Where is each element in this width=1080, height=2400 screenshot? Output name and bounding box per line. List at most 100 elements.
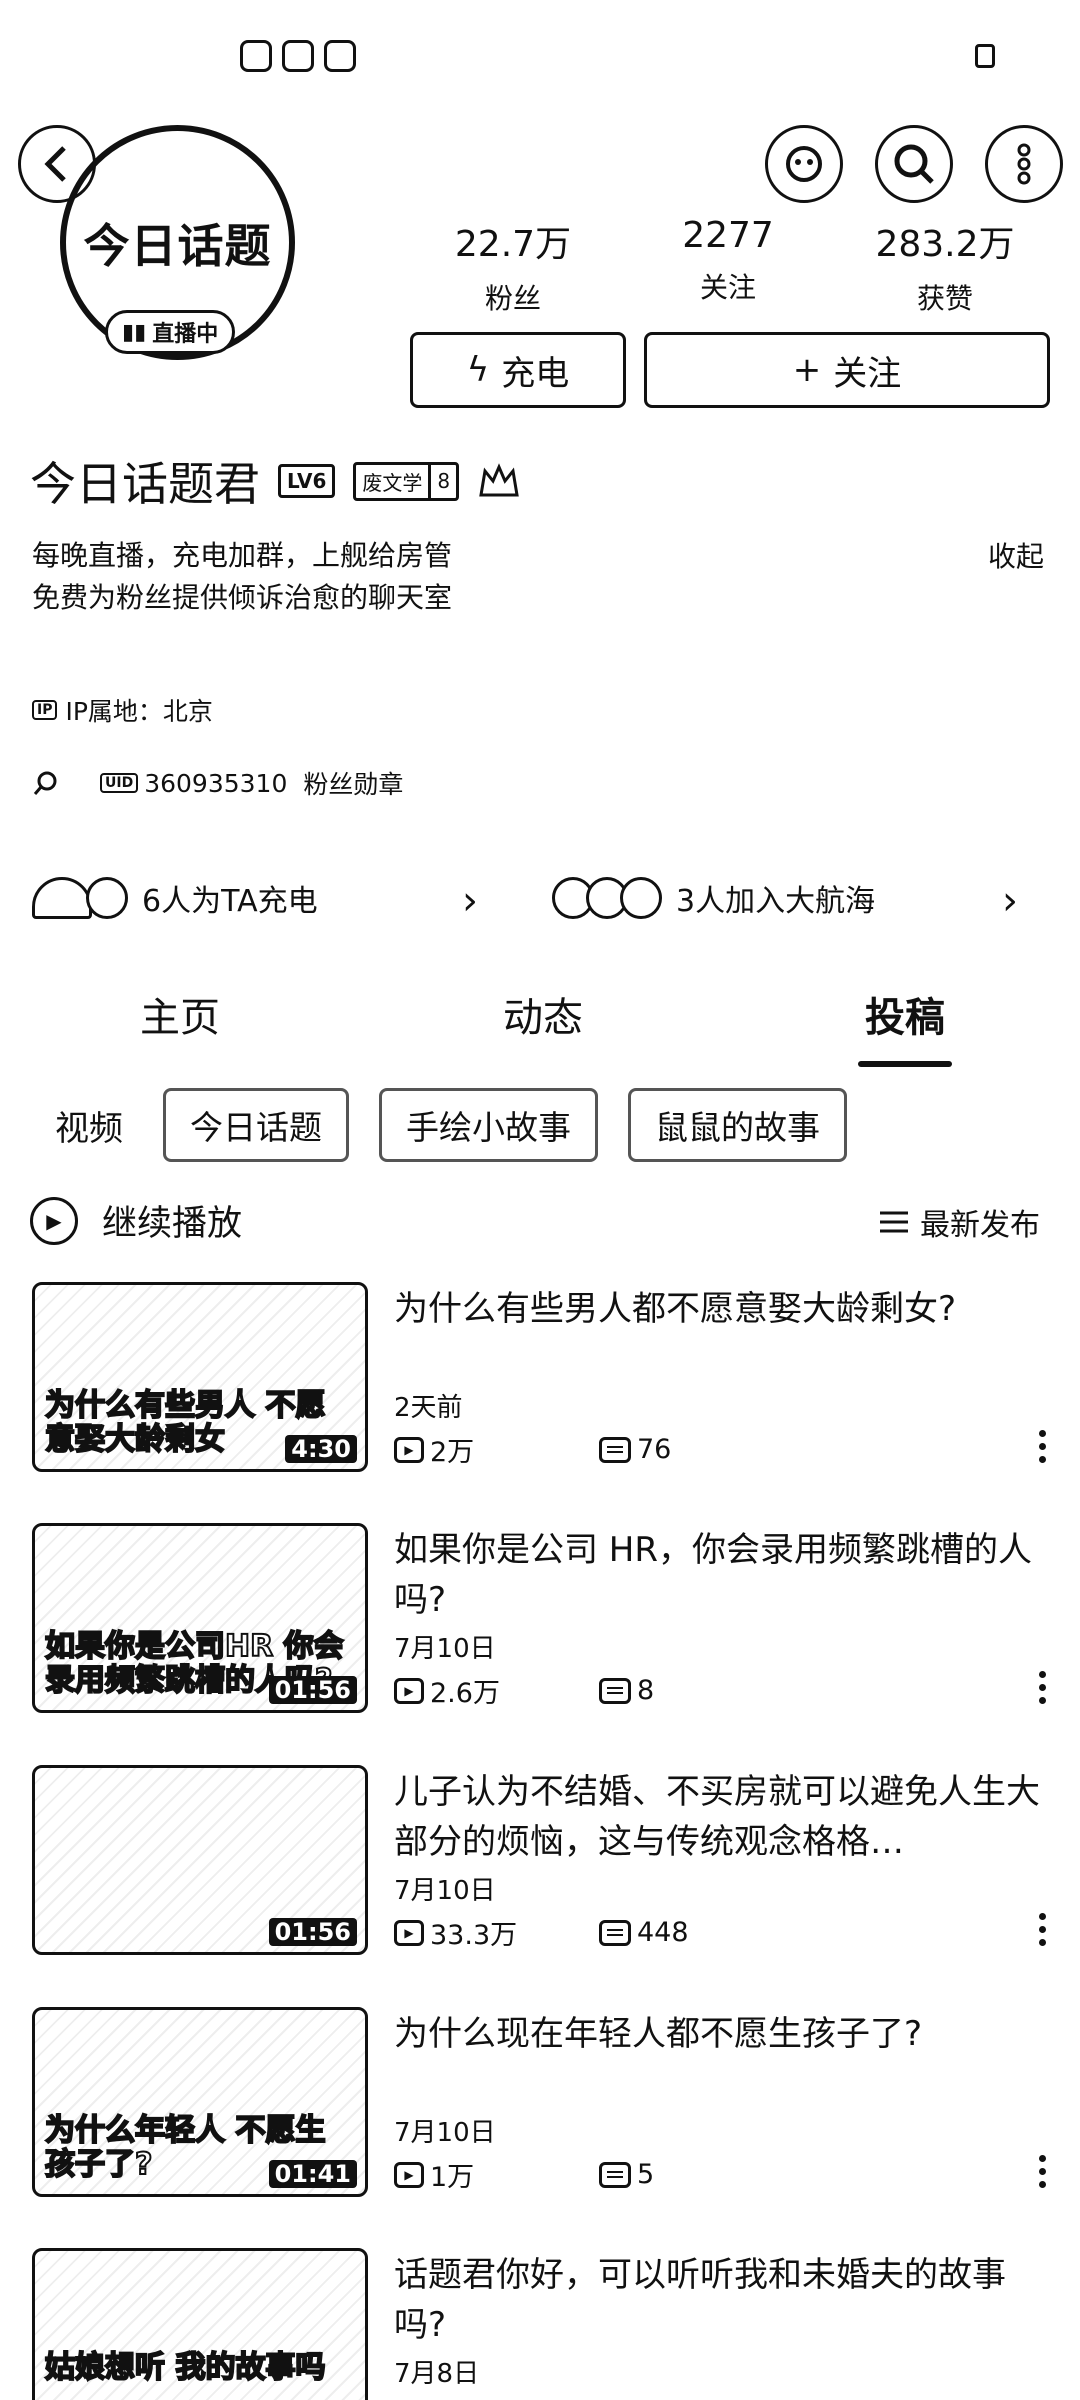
sort-label: 最新发布 xyxy=(920,1208,1040,1243)
profile-name-row: 今日话题君 LV6 废文学 8 xyxy=(30,448,521,514)
tab-dynamics[interactable]: 动态 xyxy=(443,985,643,1043)
video-date: 2天前 xyxy=(394,1393,463,1423)
video-thumbnail[interactable]: 姑娘想听 我的故事吗 xyxy=(32,2248,368,2400)
video-title: 为什么有些男人都不愿意娶大龄剩女? xyxy=(394,1289,957,1329)
view-count: ▶ 2.6万 xyxy=(394,1671,599,1710)
live-badge[interactable]: ▮▮ 直播中 xyxy=(105,310,236,354)
play-count-icon: ▶ xyxy=(394,1677,424,1704)
filter-row: 视频 今日话题 手绘小故事 鼠鼠的故事 xyxy=(55,1088,847,1162)
sort-button[interactable]: 最新发布 xyxy=(880,1200,1040,1244)
video-title: 如果你是公司 HR，你会录用频繁跳槽的人吗? xyxy=(394,1530,1032,1620)
lightning-icon: ϟ xyxy=(466,350,490,390)
view-count-value: 1万 xyxy=(430,2162,475,2193)
video-thumbnail[interactable]: 如果你是公司HR 你会录用频繁跳槽的人吗? 01:56 xyxy=(32,1523,368,1713)
view-count: ▶ 33.3万 xyxy=(394,1913,599,1952)
chevron-right-icon[interactable]: › xyxy=(1002,878,1018,924)
active-tab-indicator xyxy=(858,1061,952,1067)
crown-icon[interactable] xyxy=(477,461,521,501)
fleet-members[interactable]: 3人加入大航海 xyxy=(552,868,875,928)
view-count-value: 33.3万 xyxy=(430,1920,518,1951)
charge-supporters[interactable]: 6人为TA充电 xyxy=(32,868,318,928)
video-thumbnail[interactable]: 为什么有些男人 不愿意娶大龄剩女 4:30 xyxy=(32,1282,368,1472)
filter-chip[interactable]: 今日话题 xyxy=(163,1088,349,1162)
ip-location: IP IP属地：北京 xyxy=(32,692,213,728)
fan-medal[interactable]: 废文学 8 xyxy=(353,461,460,501)
comment-count: 5 xyxy=(599,2159,804,2190)
video-thumbnail[interactable]: 为什么年轻人 不愿生孩子了? 01:41 xyxy=(32,2007,368,2197)
video-title: 儿子认为不结婚、不买房就可以避免人生大部分的烦恼，这与传统观念格格… xyxy=(394,1772,1040,1862)
plus-icon: + xyxy=(792,350,822,390)
comment-count: 448 xyxy=(599,1917,804,1948)
uid-row: UID 360935310 粉丝勋章 xyxy=(32,765,403,801)
uid-value: 360935310 xyxy=(144,768,288,798)
comment-count-value: 8 xyxy=(637,1675,655,1706)
level-badge[interactable]: LV6 xyxy=(278,464,336,498)
bio-line: 免费为粉丝提供倾诉治愈的聊天室 xyxy=(32,581,453,614)
play-icon: ▶ xyxy=(30,1196,78,1245)
view-count-value: 2万 xyxy=(430,1437,475,1468)
ip-label: IP属地：北京 xyxy=(65,697,213,726)
video-item[interactable]: 01:56 儿子认为不结婚、不买房就可以避免人生大部分的烦恼，这与传统观念格格…… xyxy=(32,1765,1052,1960)
charge-label: 充电 xyxy=(501,353,570,394)
video-item[interactable]: 如果你是公司HR 你会录用频繁跳槽的人吗? 01:56 如果你是公司 HR，你会… xyxy=(32,1523,1052,1718)
charge-supporters-text: 6人为TA充电 xyxy=(142,884,318,919)
video-date: 7月10日 xyxy=(394,2118,496,2148)
charge-button[interactable]: ϟ 充电 xyxy=(410,332,626,408)
danmaku-icon xyxy=(599,1436,631,1463)
more-vertical-icon xyxy=(1017,143,1031,185)
video-item[interactable]: 为什么年轻人 不愿生孩子了? 01:41 为什么现在年轻人都不愿生孩子了? 7月… xyxy=(32,2007,1052,2202)
video-more-button[interactable] xyxy=(1032,2155,1052,2188)
fan-medal-link[interactable]: 粉丝勋章 xyxy=(303,765,403,801)
video-meta: ▶ 1万 5 xyxy=(394,2155,804,2194)
video-thumbnail[interactable]: 01:56 xyxy=(32,1765,368,1955)
video-title: 话题君你好，可以听听我和未婚夫的故事吗? xyxy=(394,2255,1006,2345)
bio: 每晚直播，充电加群，上舰给房管 免费为粉丝提供倾诉治愈的聊天室 xyxy=(32,535,452,619)
avatar-frame-button[interactable] xyxy=(765,125,843,203)
back-button[interactable] xyxy=(18,125,96,203)
video-date: 7月10日 xyxy=(394,1634,496,1664)
continue-play-button[interactable]: ▶ 继续播放 xyxy=(30,1195,242,1246)
play-count-icon: ▶ xyxy=(394,1436,424,1463)
view-count-value: 2.6万 xyxy=(430,1678,500,1709)
stat-following[interactable]: 2277 关注 xyxy=(628,215,828,306)
uid-display[interactable]: UID 360935310 xyxy=(100,769,287,798)
chevron-right-icon[interactable]: › xyxy=(462,878,478,924)
fleet-members-text: 3人加入大航海 xyxy=(676,884,876,919)
tab-home[interactable]: 主页 xyxy=(80,985,280,1043)
view-count: ▶ 2万 xyxy=(394,1430,599,1469)
comment-count-value: 448 xyxy=(637,1917,689,1948)
continue-play-label: 继续播放 xyxy=(102,1204,243,1244)
stat-value: 283.2万 xyxy=(875,224,1015,265)
video-item[interactable]: 为什么有些男人 不愿意娶大龄剩女 4:30 为什么有些男人都不愿意娶大龄剩女? … xyxy=(32,1282,1052,1477)
notification-icon xyxy=(240,40,272,72)
filter-chip[interactable]: 手绘小故事 xyxy=(379,1088,598,1162)
follow-button[interactable]: + 关注 xyxy=(644,332,1050,408)
collapse-button[interactable]: 收起 xyxy=(988,535,1044,575)
stat-followers[interactable]: 22.7万 粉丝 xyxy=(413,215,613,317)
stat-label: 关注 xyxy=(699,271,756,304)
video-more-button[interactable] xyxy=(1032,1913,1052,1946)
play-count-icon: ▶ xyxy=(394,2161,424,2188)
video-more-button[interactable] xyxy=(1032,1671,1052,1704)
live-wave-icon: ▮▮ xyxy=(122,319,147,345)
filter-label-video[interactable]: 视频 xyxy=(55,1101,123,1150)
search-icon xyxy=(894,144,934,184)
search-button[interactable] xyxy=(875,125,953,203)
video-meta: ▶ 33.3万 448 xyxy=(394,1913,804,1952)
stat-likes[interactable]: 283.2万 获赞 xyxy=(845,215,1045,317)
video-item[interactable]: 姑娘想听 我的故事吗 话题君你好，可以听听我和未婚夫的故事吗? 7月8日 xyxy=(32,2248,1052,2400)
tab-uploads[interactable]: 投稿 xyxy=(805,985,1005,1043)
danmaku-icon xyxy=(599,2161,631,2188)
video-duration: 01:56 xyxy=(268,1676,357,1704)
more-options-button[interactable] xyxy=(985,125,1063,203)
comment-count: 76 xyxy=(599,1434,804,1465)
video-duration: 01:41 xyxy=(268,2160,357,2188)
filter-chip[interactable]: 鼠鼠的故事 xyxy=(628,1088,847,1162)
sort-lines-icon xyxy=(880,1211,908,1233)
search-small-icon[interactable] xyxy=(32,769,60,797)
status-bar-notifications xyxy=(240,40,356,72)
face-icon xyxy=(786,146,822,182)
video-more-button[interactable] xyxy=(1032,1430,1052,1463)
comment-count: 8 xyxy=(599,1675,804,1706)
fleet-avatar xyxy=(620,877,662,919)
